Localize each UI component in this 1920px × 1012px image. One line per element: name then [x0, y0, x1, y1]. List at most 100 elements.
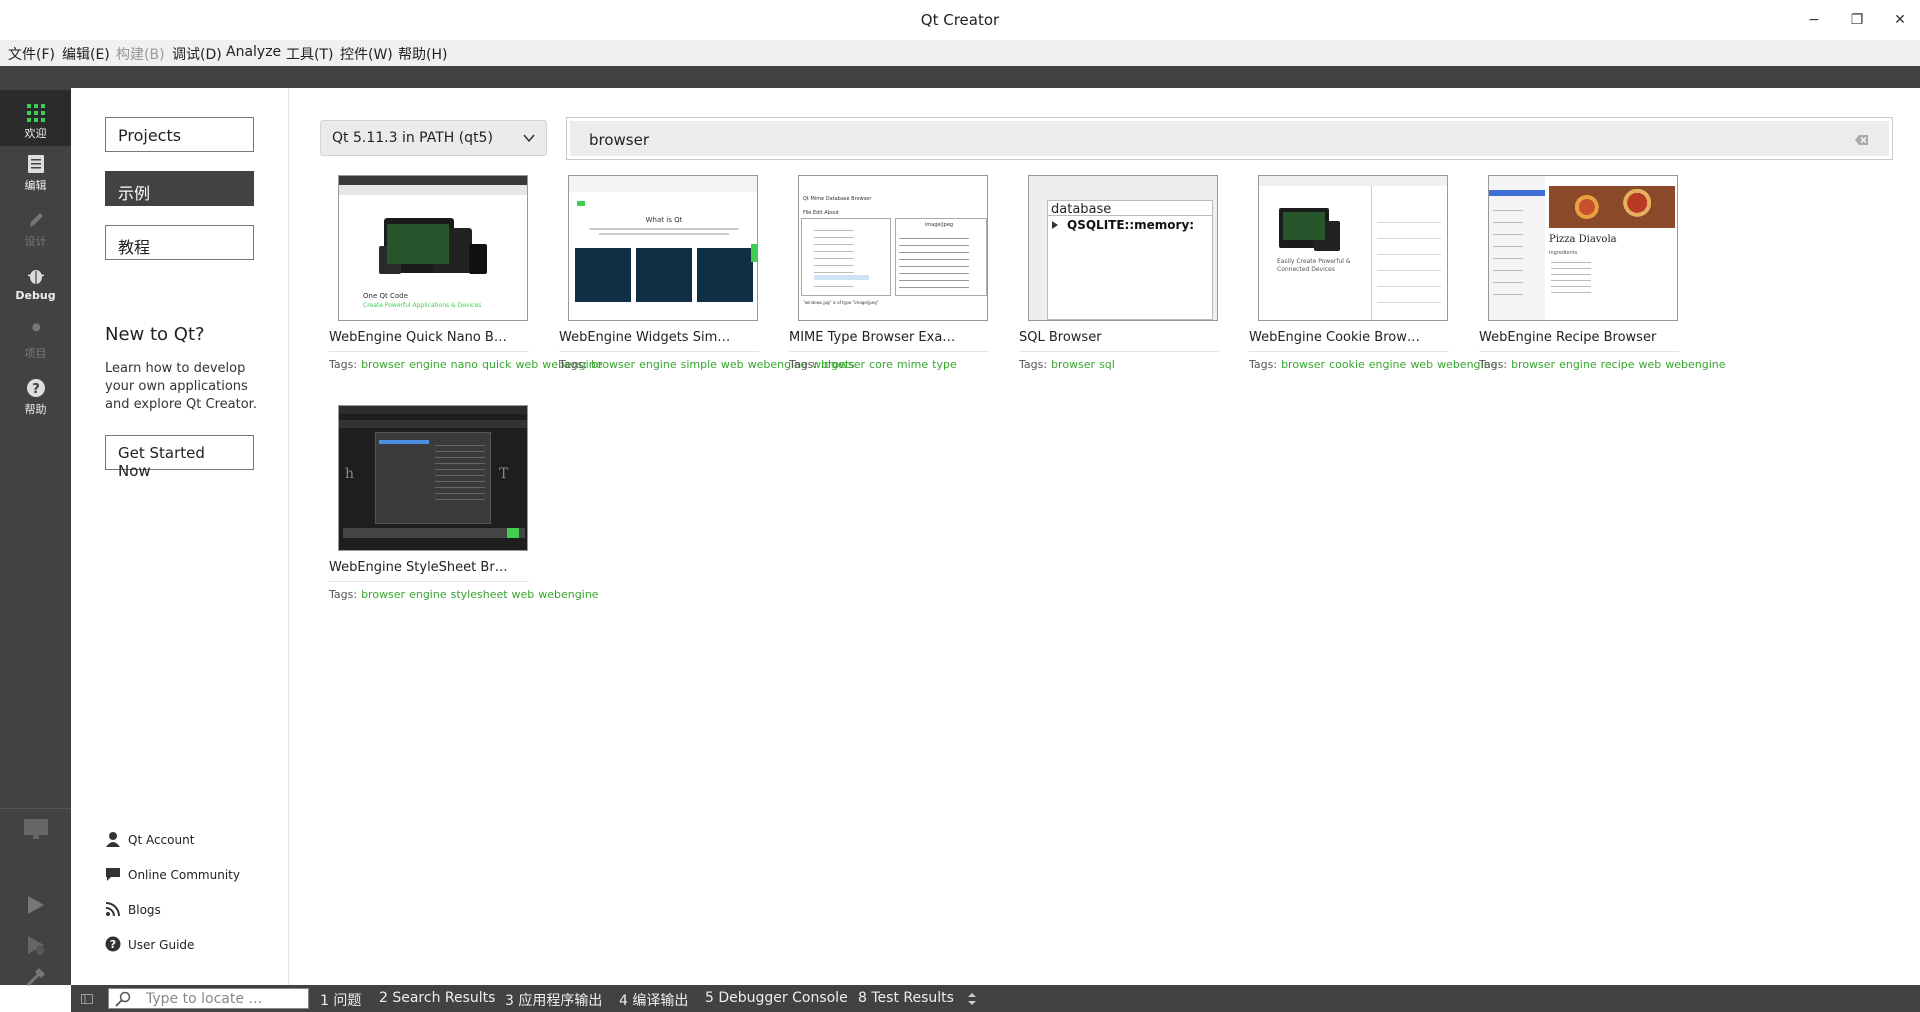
tag[interactable]: core: [869, 358, 893, 371]
run-button[interactable]: [0, 894, 71, 928]
mode-projects[interactable]: 项目: [0, 322, 71, 378]
example-card-stylesheet-browser[interactable]: h T WebEngine StyleSheet Br… Tags: browse…: [329, 405, 599, 615]
tag[interactable]: engine: [639, 358, 677, 371]
menu-window[interactable]: 控件(W): [340, 44, 393, 64]
maximize-button[interactable]: ❐: [1845, 8, 1869, 32]
menu-build[interactable]: 构建(B): [116, 44, 165, 64]
tag[interactable]: sql: [1099, 358, 1115, 371]
kit-selector-button[interactable]: [0, 817, 71, 851]
tag[interactable]: web: [1639, 358, 1662, 371]
example-card-mime-type[interactable]: Qt Mime Database Browser File Edit About…: [789, 175, 989, 385]
compile-output-pane-button[interactable]: 4 编译输出: [619, 990, 688, 1010]
locate-input[interactable]: Type to locate …: [108, 988, 309, 1009]
svg-text:?: ?: [32, 382, 40, 397]
toggle-sidebar-icon[interactable]: [81, 994, 93, 1004]
toolbar-strip: [0, 66, 1920, 88]
mode-debug[interactable]: Debug: [0, 266, 71, 322]
tag[interactable]: engine: [1559, 358, 1597, 371]
wrench-icon: [29, 323, 40, 339]
expand-arrow-icon: [1052, 221, 1058, 229]
menu-tools[interactable]: 工具(T): [286, 44, 333, 64]
menu-debug[interactable]: 调试(D): [172, 44, 222, 64]
example-thumbnail: What is Qt: [568, 175, 758, 321]
example-card-sql-browser[interactable]: database QSQLITE::memory: SQL Browser Ta…: [1019, 175, 1219, 385]
tag[interactable]: web: [721, 358, 744, 371]
tag[interactable]: webengine: [1665, 358, 1725, 371]
projects-button[interactable]: Projects: [105, 117, 254, 152]
qt-version-select[interactable]: Qt 5.11.3 in PATH (qt5): [320, 120, 547, 156]
search-icon: [115, 991, 131, 1007]
tag[interactable]: webengine: [538, 588, 598, 601]
tags-label: Tags:: [1479, 358, 1508, 371]
tag[interactable]: engine: [409, 358, 447, 371]
clear-icon[interactable]: [1855, 134, 1869, 146]
tag[interactable]: browser: [1281, 358, 1325, 371]
chat-icon: [106, 868, 120, 881]
example-card-quick-nano[interactable]: One Qt Code Create Powerful Applications…: [329, 175, 602, 385]
tag[interactable]: stylesheet: [451, 588, 508, 601]
tag[interactable]: type: [932, 358, 957, 371]
tutorials-button[interactable]: 教程: [105, 225, 254, 260]
example-card-widgets-simple[interactable]: What is Qt WebEngine Widgets Sim… Tags: b…: [559, 175, 855, 385]
example-card-recipe-browser[interactable]: Pizza Diavola Ingredients WebEngine Reci…: [1479, 175, 1726, 385]
menu-edit[interactable]: 编辑(E): [62, 44, 110, 64]
search-input[interactable]: browser: [566, 117, 1893, 160]
mode-design-label: 设计: [24, 235, 47, 248]
get-started-button[interactable]: Get Started Now: [105, 435, 254, 480]
example-tags: Tags: browser cookie engine web webengine: [1249, 357, 1497, 372]
thumb-caption: What is Qt: [645, 216, 683, 224]
tag[interactable]: simple: [681, 358, 717, 371]
example-tags: Tags: browser core mime type: [789, 357, 989, 372]
test-results-pane-button[interactable]: 8 Test Results: [858, 990, 954, 1006]
up-down-arrows-icon[interactable]: [967, 993, 977, 1005]
mode-projects-label: 项目: [24, 347, 47, 360]
tag[interactable]: browser: [1511, 358, 1555, 371]
debugger-console-pane-button[interactable]: 5 Debugger Console: [705, 990, 848, 1006]
mode-design[interactable]: 设计: [0, 210, 71, 266]
tag[interactable]: engine: [1369, 358, 1407, 371]
minimize-button[interactable]: −: [1802, 8, 1826, 32]
tags-label: Tags:: [1249, 358, 1278, 371]
tag[interactable]: recipe: [1601, 358, 1635, 371]
thumb-caption: database: [1051, 202, 1112, 217]
tag[interactable]: quick: [482, 358, 511, 371]
thumb-status: "windows.jpg" is of type "image/jpeg": [803, 300, 879, 305]
tag[interactable]: browser: [361, 588, 405, 601]
search-results-pane-button[interactable]: 2 Search Results: [379, 990, 495, 1006]
debug-run-button[interactable]: [0, 934, 71, 968]
tags-label: Tags:: [1019, 358, 1048, 371]
tag[interactable]: browser: [591, 358, 635, 371]
example-title: WebEngine Quick Nano B…: [329, 330, 529, 352]
mode-edit[interactable]: 编辑: [0, 154, 71, 210]
tag[interactable]: browser: [361, 358, 405, 371]
build-button[interactable]: [0, 968, 71, 1002]
example-title: WebEngine StyleSheet Br…: [329, 560, 529, 582]
status-bar: Type to locate … 1 问题 2 Search Results 3…: [71, 985, 1920, 1012]
issues-pane-button[interactable]: 1 问题: [320, 990, 361, 1010]
app-output-pane-button[interactable]: 3 应用程序输出: [505, 990, 602, 1010]
close-button[interactable]: ✕: [1888, 8, 1912, 32]
mode-welcome[interactable]: 欢迎: [0, 90, 71, 146]
example-title: MIME Type Browser Exa…: [789, 330, 989, 352]
tag[interactable]: browser: [821, 358, 865, 371]
examples-page: Qt 5.11.3 in PATH (qt5) browser One Qt C…: [290, 88, 1920, 985]
tag[interactable]: nano: [451, 358, 478, 371]
example-card-cookie-browser[interactable]: Easily Create Powerful & Connected Devic…: [1249, 175, 1497, 385]
tag[interactable]: web: [1410, 358, 1433, 371]
mode-help[interactable]: ? 帮助: [0, 378, 71, 434]
tag[interactable]: web: [515, 358, 538, 371]
svg-text:?: ?: [110, 938, 116, 951]
menu-analyze[interactable]: Analyze: [226, 44, 281, 60]
tag[interactable]: mime: [897, 358, 928, 371]
welcome-sidebar: Projects 示例 教程 New to Qt? Learn how to d…: [71, 88, 289, 985]
example-tags: Tags: browser engine simple web webengine widg…: [559, 357, 855, 372]
menu-file[interactable]: 文件(F): [8, 44, 55, 64]
tag[interactable]: cookie: [1329, 358, 1365, 371]
examples-button[interactable]: 示例: [105, 171, 254, 206]
tag[interactable]: browser: [1051, 358, 1095, 371]
menu-help[interactable]: 帮助(H): [398, 44, 447, 64]
tag[interactable]: engine: [409, 588, 447, 601]
tag[interactable]: web: [512, 588, 535, 601]
example-title: SQL Browser: [1019, 330, 1219, 352]
hammer-icon: [26, 968, 45, 986]
